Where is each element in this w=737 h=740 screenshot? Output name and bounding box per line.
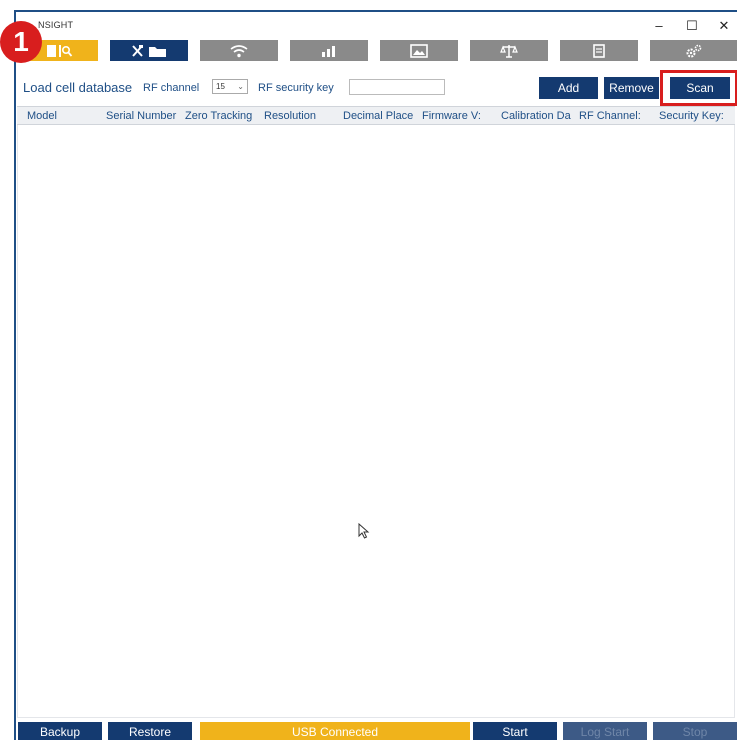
app-window: NSIGHT – ☐ ✕ Load cell database RF chann… bbox=[14, 10, 737, 740]
column-model[interactable]: Model bbox=[27, 110, 57, 122]
tab-tools[interactable] bbox=[110, 40, 188, 61]
settings-gears-icon bbox=[685, 44, 703, 58]
wifi-icon bbox=[229, 44, 249, 58]
app-title: NSIGHT bbox=[38, 20, 74, 30]
tab-wireless[interactable] bbox=[200, 40, 278, 61]
column-serial-number[interactable]: Serial Number bbox=[106, 110, 176, 122]
column-security-key[interactable]: Security Key: bbox=[659, 110, 724, 122]
chart-icon bbox=[320, 44, 338, 58]
image-icon bbox=[410, 43, 428, 58]
chevron-down-icon: ⌄ bbox=[237, 82, 244, 91]
rf-security-key-label: RF security key bbox=[258, 82, 334, 94]
column-firmware-version[interactable]: Firmware V: bbox=[422, 110, 481, 122]
column-rf-channel[interactable]: RF Channel: bbox=[579, 110, 641, 122]
minimize-button[interactable]: – bbox=[644, 15, 674, 37]
title-bar: NSIGHT – ☐ ✕ bbox=[16, 12, 737, 40]
load-cell-table-body[interactable] bbox=[17, 125, 735, 718]
column-resolution[interactable]: Resolution bbox=[264, 110, 316, 122]
connection-status: USB Connected bbox=[200, 722, 470, 740]
tool-tabs bbox=[16, 40, 737, 62]
step-number-badge: 1 bbox=[0, 21, 42, 63]
tools-folder-icon bbox=[129, 44, 169, 58]
remove-button[interactable]: Remove bbox=[604, 77, 659, 99]
log-start-button[interactable]: Log Start bbox=[563, 722, 647, 740]
column-zero-tracking[interactable]: Zero Tracking bbox=[185, 110, 252, 122]
screenshot-stage: 1 NSIGHT – ☐ ✕ Load cell database RF cha… bbox=[0, 0, 737, 740]
rf-channel-select[interactable]: 15 ⌄ bbox=[212, 79, 248, 94]
database-search-icon bbox=[44, 44, 74, 58]
tab-settings[interactable] bbox=[650, 40, 737, 61]
rf-channel-value: 15 bbox=[216, 82, 225, 91]
restore-button[interactable]: Restore bbox=[108, 722, 192, 740]
scan-highlight-box bbox=[660, 70, 737, 106]
rf-channel-label: RF channel bbox=[143, 82, 200, 94]
add-button[interactable]: Add bbox=[539, 77, 598, 99]
mouse-pointer-icon bbox=[358, 522, 370, 544]
maximize-button[interactable]: ☐ bbox=[677, 15, 707, 37]
stop-button[interactable]: Stop bbox=[653, 722, 737, 740]
rf-security-key-input[interactable] bbox=[349, 79, 445, 95]
tab-image[interactable] bbox=[380, 40, 458, 61]
table-header: Model Serial Number Zero Tracking Resolu… bbox=[17, 106, 735, 125]
column-calibration-date[interactable]: Calibration Da bbox=[501, 110, 571, 122]
tab-scale[interactable] bbox=[470, 40, 548, 61]
tab-chart[interactable] bbox=[290, 40, 368, 61]
start-button[interactable]: Start bbox=[473, 722, 557, 740]
status-bar: Backup Restore USB Connected Start Log S… bbox=[16, 720, 737, 740]
close-button[interactable]: ✕ bbox=[709, 15, 737, 37]
scale-icon bbox=[500, 44, 518, 58]
page-title: Load cell database bbox=[23, 80, 133, 95]
database-toolbar: Load cell database RF channel 15 ⌄ RF se… bbox=[16, 76, 737, 100]
column-decimal-place[interactable]: Decimal Place bbox=[343, 110, 413, 122]
document-icon bbox=[592, 43, 606, 58]
tab-document[interactable] bbox=[560, 40, 638, 61]
backup-button[interactable]: Backup bbox=[18, 722, 102, 740]
